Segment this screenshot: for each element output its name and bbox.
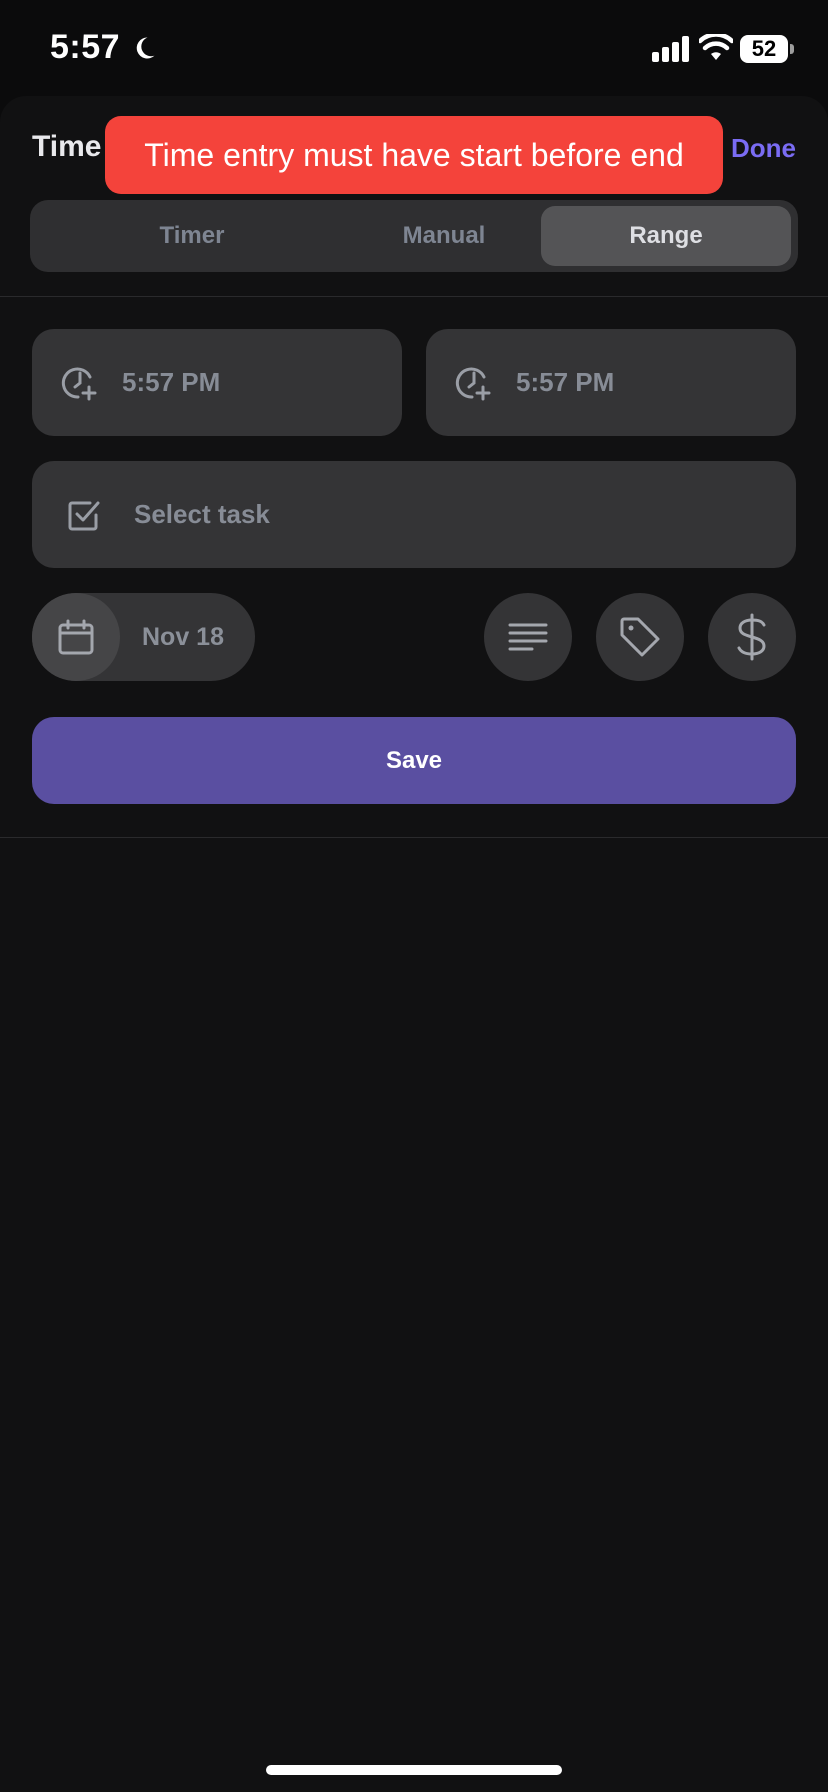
moon-icon	[136, 37, 155, 59]
divider	[0, 837, 828, 838]
end-time-field[interactable]: 5:57 PM	[426, 329, 796, 436]
sheet-title: Time	[32, 130, 102, 163]
battery-cap	[790, 44, 794, 54]
dollar-icon	[737, 613, 766, 661]
tag-icon	[620, 617, 660, 657]
tab-timer[interactable]: Timer	[67, 206, 317, 266]
description-button[interactable]	[484, 593, 572, 681]
start-time-label: 5:57 PM	[122, 367, 221, 397]
battery-icon: 52	[740, 35, 788, 63]
checkbox-icon	[68, 501, 100, 530]
mode-segmented-control: Timer Manual Range	[30, 200, 798, 272]
tag-button[interactable]	[596, 593, 684, 681]
clock-plus-icon	[455, 367, 491, 400]
tab-range[interactable]: Range	[541, 206, 791, 266]
done-button[interactable]: Done	[731, 133, 796, 164]
home-indicator	[266, 1765, 562, 1775]
select-task-field[interactable]: Select task	[32, 461, 796, 568]
divider	[0, 296, 828, 297]
billable-button[interactable]	[708, 593, 796, 681]
start-time-field[interactable]: 5:57 PM	[32, 329, 402, 436]
date-label: Nov 18	[142, 623, 224, 651]
end-time-label: 5:57 PM	[516, 367, 615, 397]
date-picker-button[interactable]: Nov 18	[32, 593, 255, 681]
save-button[interactable]: Save	[32, 717, 796, 804]
tab-manual[interactable]: Manual	[319, 206, 569, 266]
description-icon	[508, 623, 548, 651]
clock-plus-icon	[61, 367, 97, 400]
calendar-icon	[58, 619, 94, 655]
status-time: 5:57	[50, 28, 121, 66]
select-task-label: Select task	[134, 499, 270, 529]
wifi-icon	[699, 34, 733, 60]
calendar-icon-wrap	[32, 593, 120, 681]
error-toast: Time entry must have start before end	[105, 116, 723, 194]
signal-icon	[652, 36, 689, 62]
